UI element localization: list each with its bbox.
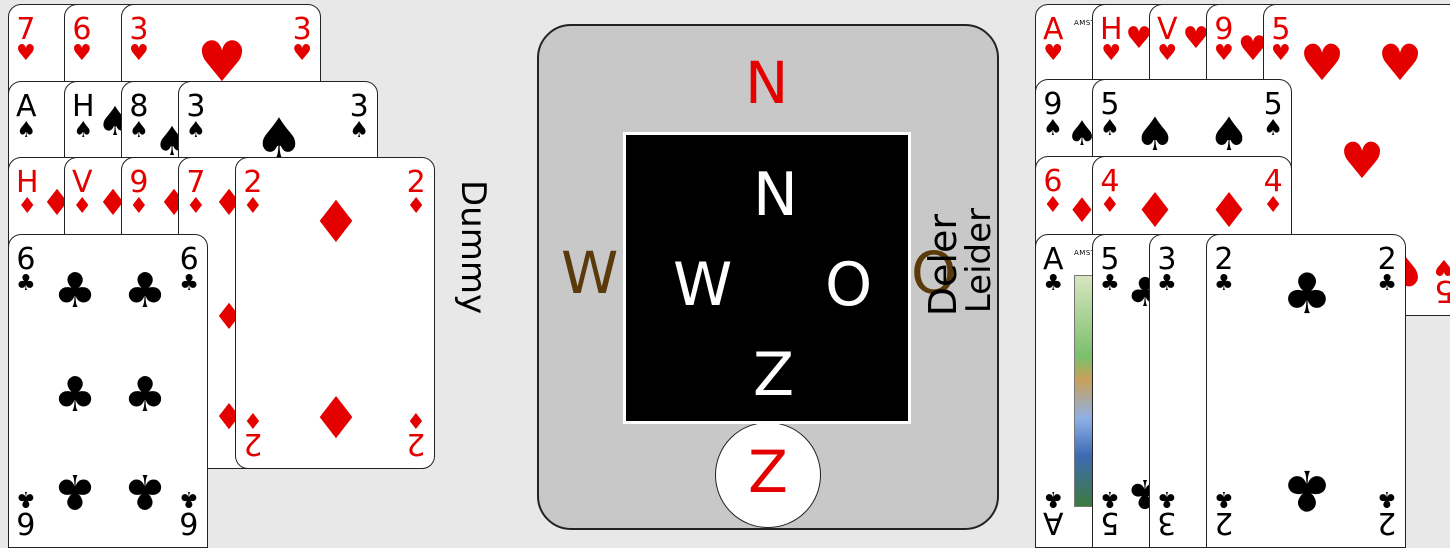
heart-icon: ♥ xyxy=(1434,254,1450,279)
card-rank: 5 xyxy=(1434,273,1450,308)
club-icon: ♣ xyxy=(1157,486,1177,511)
heart-icon: ♥ xyxy=(1271,41,1291,66)
club-icon: ♣ xyxy=(1377,486,1397,511)
spade-icon: ♠ xyxy=(1208,107,1250,161)
diamond-icon: ♦ xyxy=(1263,193,1283,218)
spade-icon: ♠ xyxy=(1134,107,1176,161)
heart-icon: ♥ xyxy=(1299,34,1345,92)
card-rank: A xyxy=(1043,505,1064,540)
card-rank: 5 xyxy=(1100,505,1120,540)
card-own-2-clubs[interactable]: 2 ♣ 2 ♣ 2 ♣ 2 ♣ ♣ ♣ xyxy=(1206,234,1406,548)
diamond-icon: ♦ xyxy=(1207,183,1251,239)
club-icon: ♣ xyxy=(1157,271,1177,296)
diamond-icon: ♦ xyxy=(1043,193,1063,218)
club-icon: ♣ xyxy=(1214,486,1234,511)
spade-icon: ♠ xyxy=(1100,116,1120,141)
club-icon: ♣ xyxy=(1214,271,1234,296)
heart-icon: ♥ xyxy=(1043,41,1064,66)
club-icon: ♣ xyxy=(1100,271,1120,296)
club-icon: ♣ xyxy=(1043,486,1064,511)
club-icon: ♣ xyxy=(1281,457,1333,522)
heart-icon: ♥ xyxy=(1101,41,1122,66)
diamond-icon: ♦ xyxy=(1100,193,1120,218)
heart-icon: ♥ xyxy=(1377,34,1423,92)
card-rank: 3 xyxy=(1157,505,1177,540)
club-icon: ♣ xyxy=(1281,262,1333,327)
spade-icon: ♠ xyxy=(1043,116,1063,141)
club-icon: ♣ xyxy=(1043,271,1064,296)
diamond-icon: ♦ xyxy=(1133,183,1177,239)
heart-icon: ♥ xyxy=(1214,41,1234,66)
club-icon: ♣ xyxy=(1100,486,1120,511)
player-hand: A♥ AMSTERDAM H♥ ♥ V♥ ♥ 9♥ ♥ 5♥ 5♥ ♥ ♥ ♥ … xyxy=(0,0,1450,548)
heart-icon: ♥ xyxy=(1157,41,1178,66)
spade-icon: ♠ xyxy=(1263,116,1283,141)
card-rank: 2 xyxy=(1214,505,1234,540)
card-rank: 2 xyxy=(1377,505,1397,540)
heart-icon: ♥ xyxy=(1339,132,1385,190)
club-icon: ♣ xyxy=(1377,271,1397,296)
